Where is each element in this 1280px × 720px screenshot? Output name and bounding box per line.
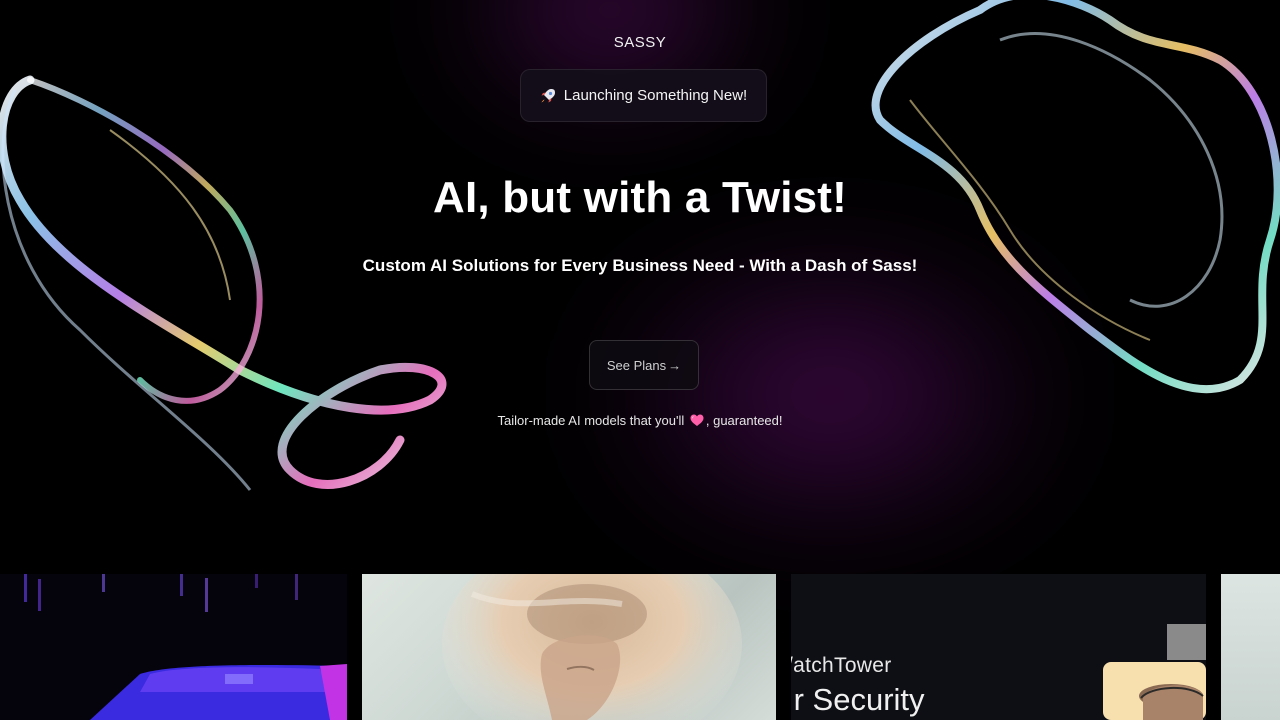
background-glow-center	[600, 250, 1060, 540]
tagline-text-start: Tailor-made AI models that you'll	[497, 413, 685, 428]
showcase-gallery: /atchTower ır Security	[0, 574, 1280, 720]
arrow-right-icon: →	[668, 357, 682, 373]
watchtower-card[interactable]: /atchTower ır Security	[791, 574, 1206, 720]
glass-ribbon-left	[0, 75, 447, 491]
see-plans-button[interactable]: See Plans →	[589, 340, 699, 390]
retro-car-card[interactable]	[0, 574, 347, 720]
retro-car-image	[0, 574, 347, 720]
partial-card[interactable]	[1221, 574, 1280, 720]
portrait-image	[442, 574, 742, 720]
brand-logo[interactable]: SASSY	[0, 34, 1280, 51]
tagline-text-end: , guaranteed!	[705, 413, 783, 428]
portrait-card[interactable]	[362, 574, 776, 720]
launch-badge[interactable]: Launching Something New!	[520, 69, 767, 122]
tagline: Tailor-made AI models that you'll , guar…	[0, 413, 1280, 428]
see-plans-label: See Plans	[606, 357, 667, 373]
rocket-icon	[541, 88, 555, 102]
landing-page: SASSY Launching Something New! AI, but w…	[0, 0, 1280, 720]
watchtower-illustration	[1103, 624, 1206, 720]
hero-title: AI, but with a Twist!	[432, 173, 847, 222]
heart-icon	[690, 414, 704, 426]
launch-badge-label: Launching Something New!	[563, 87, 748, 104]
hero-subtitle: Custom AI Solutions for Every Business N…	[362, 256, 918, 275]
